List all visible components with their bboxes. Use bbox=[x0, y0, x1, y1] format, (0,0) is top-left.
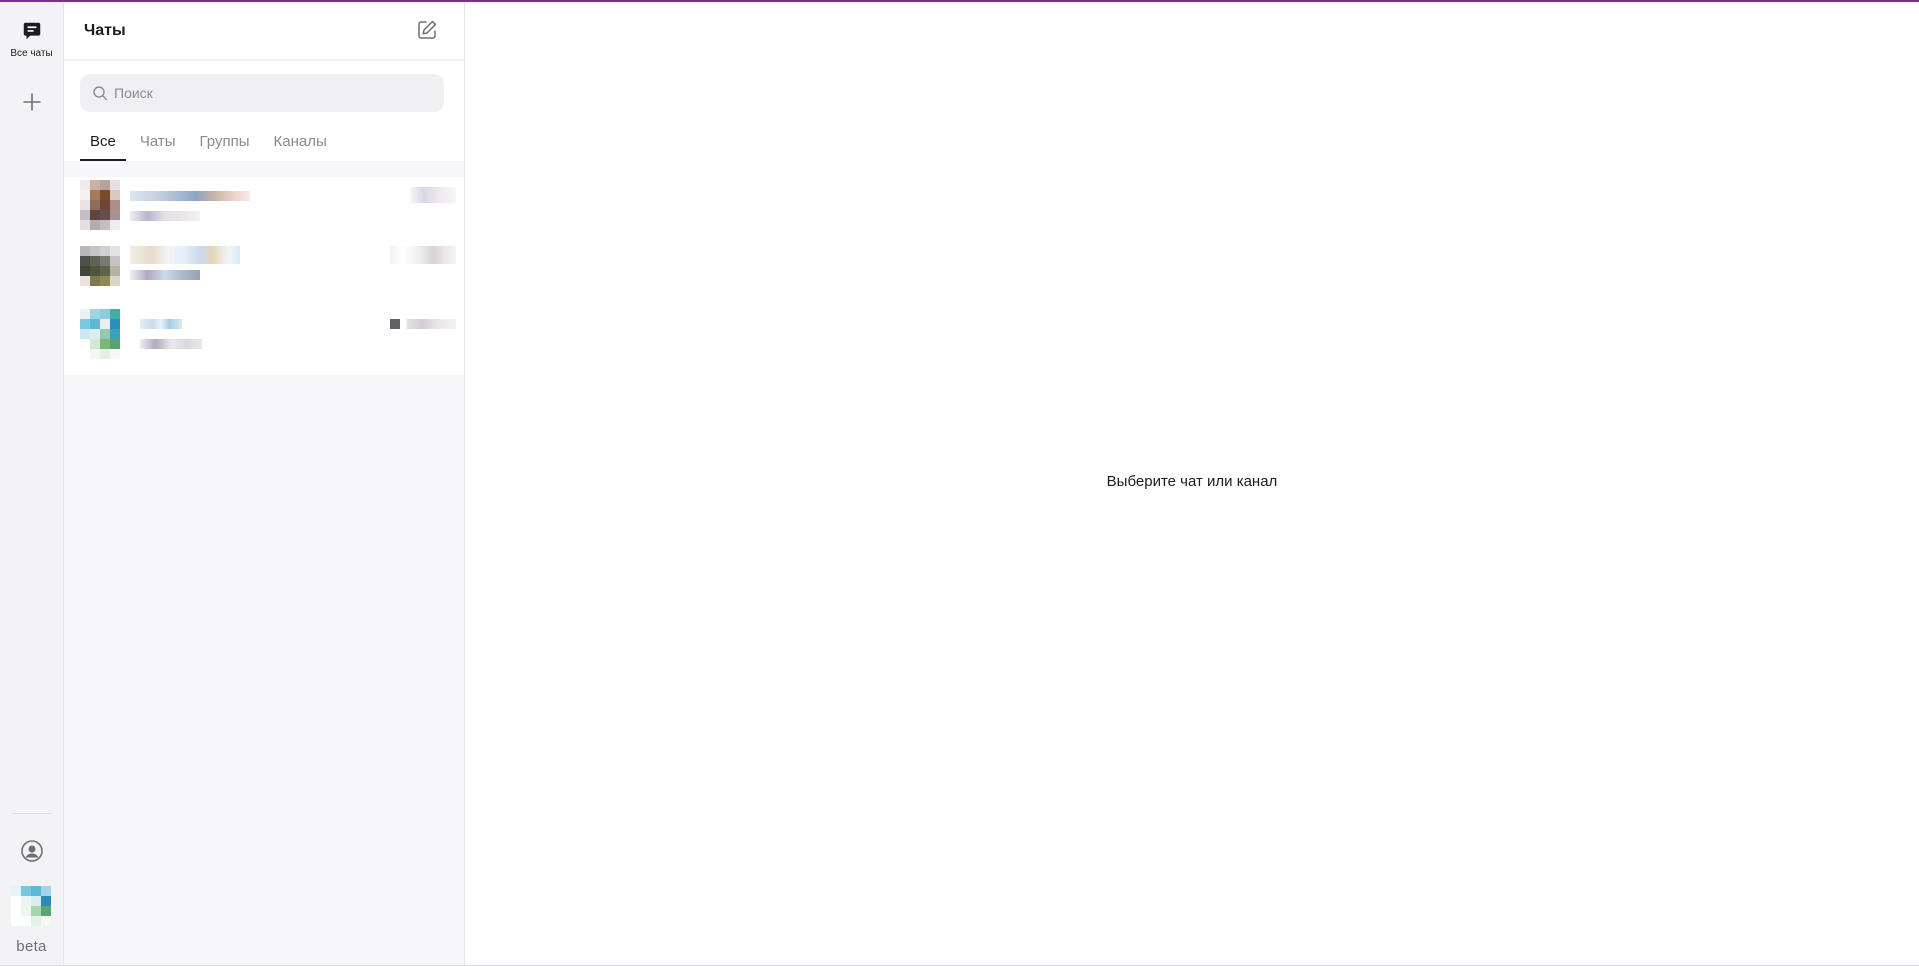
user-avatar[interactable] bbox=[11, 886, 51, 926]
chat-time-obscured bbox=[410, 187, 456, 203]
chat-name-obscured bbox=[140, 319, 182, 329]
search-icon bbox=[93, 86, 108, 101]
search-and-tabs: Все Чаты Группы Каналы bbox=[64, 61, 464, 161]
rail-item-all-chats-label: Все чаты bbox=[10, 48, 53, 59]
profile-button[interactable] bbox=[0, 838, 63, 864]
left-rail: Все чаты beta bbox=[0, 2, 64, 965]
chat-preview-obscured bbox=[140, 339, 202, 349]
list-item[interactable] bbox=[64, 243, 464, 309]
chat-preview-obscured bbox=[130, 270, 200, 280]
chat-bubble-icon bbox=[23, 22, 40, 40]
chat-list bbox=[64, 177, 464, 375]
avatar bbox=[80, 180, 120, 230]
chat-filter-tabs: Все Чаты Группы Каналы bbox=[80, 131, 341, 161]
chat-preview-obscured bbox=[130, 211, 200, 221]
add-folder-button[interactable] bbox=[0, 88, 63, 116]
tab-chats[interactable]: Чаты bbox=[130, 131, 186, 161]
list-item[interactable] bbox=[64, 177, 464, 243]
list-item[interactable] bbox=[64, 309, 464, 375]
chat-name-obscured bbox=[130, 191, 250, 201]
search-input[interactable] bbox=[114, 85, 434, 101]
tab-channels[interactable]: Каналы bbox=[264, 131, 337, 161]
rail-item-all-chats[interactable]: Все чаты bbox=[0, 20, 63, 59]
empty-state-message: Выберите чат или канал bbox=[1106, 473, 1278, 490]
tab-groups[interactable]: Группы bbox=[190, 131, 260, 161]
chat-time-obscured bbox=[390, 246, 456, 264]
plus-icon bbox=[22, 93, 41, 111]
beta-label: beta bbox=[16, 938, 47, 955]
chat-time-obscured bbox=[390, 319, 456, 329]
rail-divider bbox=[12, 813, 52, 814]
new-chat-button[interactable] bbox=[416, 19, 438, 41]
conversation-area: Выберите чат или канал bbox=[465, 2, 1919, 965]
avatar bbox=[80, 246, 120, 286]
chat-list-header: Чаты bbox=[64, 2, 464, 60]
avatar bbox=[80, 309, 120, 359]
search-box[interactable] bbox=[80, 74, 444, 112]
profile-icon bbox=[20, 840, 43, 862]
chat-name-obscured bbox=[130, 246, 240, 264]
page-title: Чаты bbox=[84, 22, 126, 39]
tab-all[interactable]: Все bbox=[80, 131, 126, 161]
compose-icon bbox=[418, 20, 437, 39]
chat-list-panel: Чаты Все Чаты Группы Каналы bbox=[64, 2, 465, 965]
